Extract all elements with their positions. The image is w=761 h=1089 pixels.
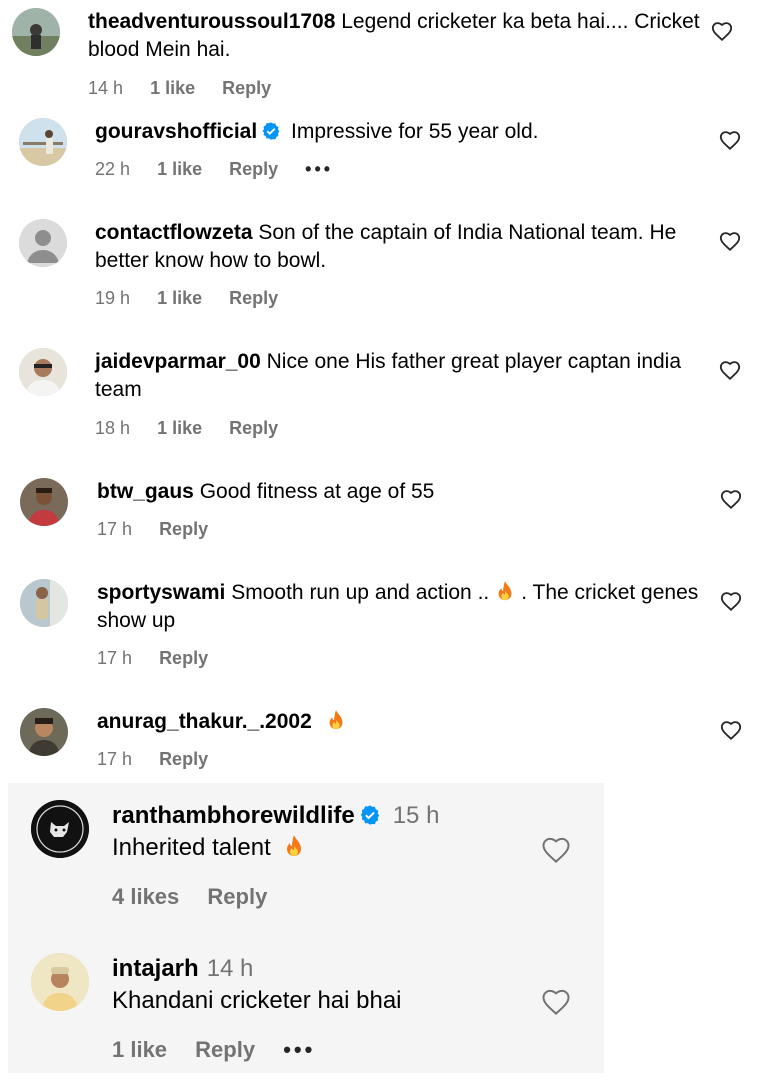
avatar[interactable]	[20, 708, 68, 756]
username[interactable]: anurag_thakur._.2002	[97, 710, 312, 733]
comment-meta: 18 h 1 like Reply	[95, 418, 300, 439]
heart-outline-icon[interactable]	[720, 720, 742, 742]
heart-outline-icon[interactable]	[541, 988, 571, 1018]
timestamp: 14 h	[206, 955, 254, 982]
heart-outline-icon[interactable]	[711, 21, 733, 43]
avatar[interactable]	[20, 478, 68, 526]
likes-count[interactable]: 1 like	[150, 78, 195, 98]
username[interactable]: contactflowzeta	[95, 221, 253, 244]
comment-meta: 17 h Reply	[97, 519, 230, 540]
comment-meta: 17 h Reply	[97, 749, 230, 770]
avatar[interactable]	[31, 953, 89, 1011]
timestamp: 17 h	[97, 648, 133, 668]
comment-meta: 19 h 1 like Reply	[95, 288, 300, 309]
likes-count[interactable]: 1 like	[112, 1037, 167, 1062]
avatar[interactable]	[20, 579, 68, 627]
username[interactable]: gouravshofficial	[95, 120, 257, 143]
reply-button[interactable]: Reply	[222, 78, 271, 98]
comment-text: jaidevparmar_00 Nice one His father grea…	[95, 350, 682, 401]
username[interactable]: ranthambhorewildlife	[112, 802, 355, 829]
heart-outline-icon[interactable]	[720, 591, 742, 613]
comment-text: sportyswami Smooth run up and action ...…	[97, 580, 699, 632]
heart-outline-icon[interactable]	[719, 231, 741, 253]
username[interactable]: jaidevparmar_00	[95, 350, 261, 373]
comment-meta: 14 h 1 like Reply	[88, 78, 293, 99]
comment-text: anurag_thakur._.2002	[97, 708, 707, 736]
reply-button[interactable]: Reply	[159, 648, 208, 668]
timestamp: 14 h	[88, 78, 124, 98]
avatar[interactable]	[19, 118, 67, 166]
verified-badge-icon	[262, 122, 280, 140]
reply-button[interactable]: Reply	[229, 159, 278, 179]
timestamp: 15 h	[392, 802, 440, 829]
comment-meta: 22 h 1 like Reply •••	[95, 159, 355, 180]
reply-meta: 4 likes Reply	[112, 884, 289, 910]
reply-button[interactable]: Reply	[159, 519, 208, 539]
timestamp: 19 h	[95, 288, 131, 308]
more-options-icon[interactable]: •••	[283, 1037, 315, 1062]
username[interactable]: sportyswami	[97, 581, 225, 604]
reply-button[interactable]: Reply	[229, 418, 278, 438]
more-options-icon[interactable]: •••	[305, 159, 333, 179]
heart-outline-icon[interactable]	[719, 130, 741, 152]
username[interactable]: theadventuroussoul1708	[88, 10, 335, 33]
verified-badge-icon	[360, 805, 379, 825]
likes-count[interactable]: 4 likes	[112, 884, 179, 909]
timestamp: 17 h	[97, 519, 133, 539]
avatar[interactable]	[31, 800, 89, 858]
reply-button[interactable]: Reply	[195, 1037, 255, 1062]
reply-button[interactable]: Reply	[159, 749, 208, 769]
heart-outline-icon[interactable]	[541, 836, 571, 866]
timestamp: 17 h	[97, 749, 133, 769]
likes-count[interactable]: 1 like	[157, 418, 202, 438]
comment-text: btw_gaus Good fitness at age of 55	[97, 480, 435, 503]
fire-emoji-icon	[286, 835, 301, 856]
likes-count[interactable]: 1 like	[157, 288, 202, 308]
reply-button[interactable]: Reply	[207, 884, 267, 909]
avatar[interactable]	[19, 348, 67, 396]
heart-outline-icon[interactable]	[720, 489, 742, 511]
comment-meta: 17 h Reply	[97, 648, 230, 669]
avatar[interactable]	[12, 8, 60, 56]
username[interactable]: btw_gaus	[97, 480, 194, 503]
reply-meta: 1 like Reply •••	[112, 1037, 337, 1063]
fire-emoji-icon	[498, 580, 512, 601]
reply-text: intajarh 14 h Khandani cricketer hai bhai	[112, 955, 402, 1014]
heart-outline-icon[interactable]	[719, 360, 741, 382]
likes-count[interactable]: 1 like	[157, 159, 202, 179]
reply-button[interactable]: Reply	[229, 288, 278, 308]
avatar[interactable]	[19, 219, 67, 267]
timestamp: 22 h	[95, 159, 131, 179]
comment-text: gouravshofficial Impressive for 55 year …	[95, 120, 539, 143]
comment-text: theadventuroussoul1708 Legend cricketer …	[88, 10, 700, 61]
fire-emoji-icon	[329, 709, 343, 730]
comment-text: contactflowzeta Son of the captain of In…	[95, 221, 677, 272]
username[interactable]: intajarh	[112, 955, 199, 982]
reply-text: ranthambhorewildlife 15 h Inherited talen…	[112, 802, 440, 861]
timestamp: 18 h	[95, 418, 131, 438]
